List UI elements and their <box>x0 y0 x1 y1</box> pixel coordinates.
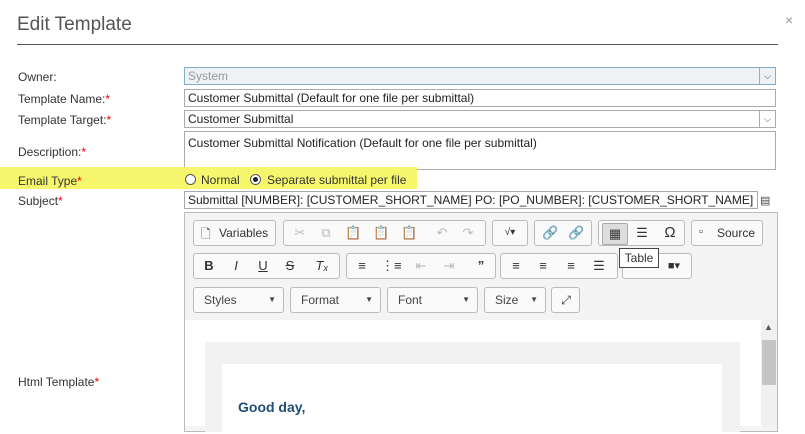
font-dropdown[interactable]: Font ▼ <box>387 287 478 313</box>
email-type-normal-radio[interactable] <box>185 174 196 185</box>
source-icon: ▫ <box>699 226 703 238</box>
basic-styles-group: B I U S Tₓ <box>193 253 340 279</box>
special-char-icon[interactable]: Ω <box>661 224 679 242</box>
template-name-input[interactable]: Customer Submittal (Default for one file… <box>184 89 776 107</box>
caret-down-icon: ▼ <box>365 295 373 304</box>
align-group: ≡ ≡ ≡ ☰ <box>500 253 618 279</box>
paste-word-icon[interactable]: 📋 <box>401 224 417 242</box>
blockquote-icon[interactable]: ” <box>473 257 489 275</box>
paste-icon[interactable]: 📋 <box>345 224 361 242</box>
email-type-separate-radio[interactable] <box>250 174 261 185</box>
email-body-frame: Good day, <box>205 342 740 434</box>
greeting-text: Good day, <box>238 399 306 415</box>
chevron-down-icon: ⌵ <box>759 111 775 127</box>
remove-format-icon[interactable]: Tₓ <box>314 257 330 275</box>
size-dropdown[interactable]: Size ▼ <box>484 287 546 313</box>
caret-down-icon: ▼ <box>462 295 470 304</box>
align-right-icon[interactable]: ≡ <box>563 257 579 275</box>
numbered-list-icon[interactable]: ≡ <box>354 257 370 275</box>
undo-icon[interactable]: ↶ <box>434 224 450 242</box>
description-textarea[interactable]: Customer Submittal Notification (Default… <box>184 131 776 170</box>
table-tooltip: Table <box>619 248 659 268</box>
email-type-normal-label[interactable]: Normal <box>201 173 240 187</box>
horizontal-line-icon[interactable]: ☰ <box>633 224 651 242</box>
maximize-button[interactable]: ⤢ <box>551 287 580 313</box>
maximize-icon: ⤢ <box>561 293 571 307</box>
outdent-icon[interactable]: ⇤ <box>413 257 429 275</box>
align-justify-icon[interactable]: ☰ <box>591 257 607 275</box>
underline-icon[interactable]: U <box>255 257 271 275</box>
redo-icon[interactable]: ↷ <box>460 224 476 242</box>
cut-icon[interactable]: ✂ <box>292 224 308 242</box>
subject-label: Subject* <box>18 194 63 208</box>
scrollbar-thumb[interactable] <box>762 340 776 385</box>
unlink-icon[interactable]: 🔗 <box>568 224 584 242</box>
italic-icon[interactable]: I <box>228 257 244 275</box>
owner-value: System <box>188 69 229 83</box>
subject-input[interactable]: Submittal [NUMBER]: [CUSTOMER_SHORT_NAME… <box>184 191 758 209</box>
subject-picker-icon[interactable]: ▤ <box>760 194 770 207</box>
format-dropdown[interactable]: Format ▼ <box>290 287 381 313</box>
dialog-title: Edit Template <box>17 14 132 35</box>
scroll-up-icon[interactable]: ▲ <box>764 322 773 332</box>
chevron-down-icon: ⌵ <box>759 68 775 84</box>
spellcheck-button[interactable]: √▾ <box>492 220 528 246</box>
bg-color-icon[interactable]: ■▾ <box>661 257 687 275</box>
strikethrough-icon[interactable]: S <box>282 257 298 275</box>
owner-select[interactable]: System ⌵ <box>184 67 776 85</box>
caret-down-icon: ▼ <box>530 295 538 304</box>
template-target-select[interactable]: Customer Submittal ⌵ <box>184 110 776 128</box>
align-left-icon[interactable]: ≡ <box>508 257 524 275</box>
source-button[interactable]: ▫ Source <box>691 220 763 246</box>
styles-dropdown[interactable]: Styles ▼ <box>193 287 284 313</box>
link-icon[interactable]: 🔗 <box>542 224 558 242</box>
variables-icon: 🗋 <box>201 227 211 241</box>
email-type-separate-label[interactable]: Separate submittal per file <box>267 173 406 187</box>
link-group: 🔗 🔗 <box>534 220 592 246</box>
clipboard-group: ✂ ⧉ 📋 📋 📋 ↶ ↷ <box>283 220 486 246</box>
email-type-label: Email Type* <box>18 174 82 188</box>
template-name-label: Template Name:* <box>18 92 111 106</box>
insert-group: ▦ ☰ Ω <box>598 220 685 246</box>
bold-icon[interactable]: B <box>201 257 217 275</box>
paste-text-icon[interactable]: 📋 <box>373 224 389 242</box>
editor-content[interactable]: Good day, <box>185 320 761 434</box>
copy-icon[interactable]: ⧉ <box>318 224 334 242</box>
description-label: Description:* <box>18 145 87 159</box>
template-target-label: Template Target:* <box>18 113 112 127</box>
close-icon[interactable]: × <box>785 12 793 28</box>
align-center-icon[interactable]: ≡ <box>535 257 551 275</box>
variables-button[interactable]: 🗋 Variables <box>193 220 276 246</box>
list-group: ≡ ⋮≡ ⇤ ⇥ ” <box>346 253 496 279</box>
title-divider <box>17 44 778 45</box>
table-icon[interactable]: ▦ <box>602 223 628 245</box>
owner-label: Owner: <box>18 70 57 84</box>
caret-down-icon: ▼ <box>268 295 276 304</box>
template-target-value: Customer Submittal <box>188 112 294 126</box>
html-template-label: Html Template* <box>18 375 100 389</box>
email-body-card: Good day, <box>222 364 722 434</box>
bulleted-list-icon[interactable]: ⋮≡ <box>381 257 402 275</box>
spellcheck-icon: √▾ <box>504 227 516 238</box>
indent-icon[interactable]: ⇥ <box>441 257 457 275</box>
